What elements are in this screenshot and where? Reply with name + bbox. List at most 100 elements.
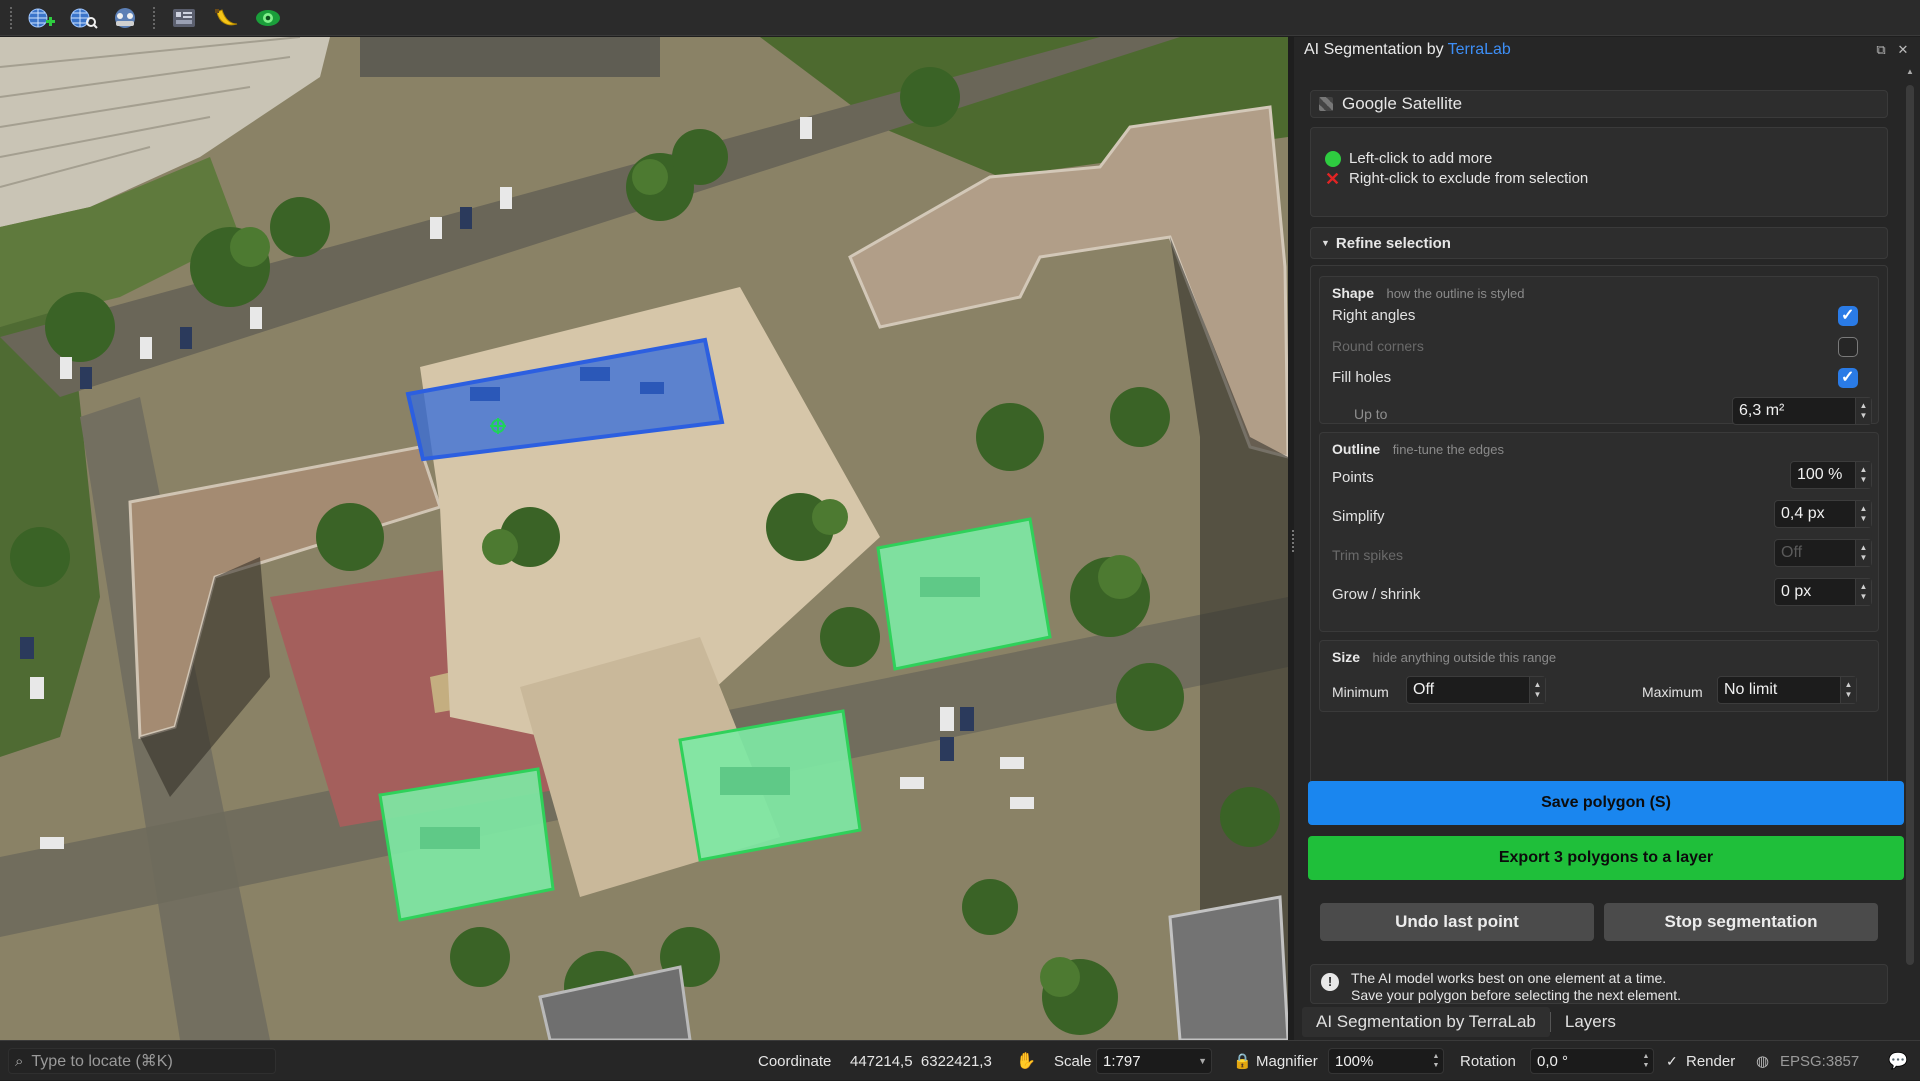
pan-hand-icon[interactable]: ✋ <box>1016 1041 1036 1081</box>
undo-last-point-button[interactable]: Undo last point <box>1320 903 1594 941</box>
panel-title-text: AI Segmentation by <box>1304 41 1444 58</box>
toolbar-separator <box>153 6 156 29</box>
brand-link[interactable]: TerraLab <box>1448 41 1511 59</box>
size-hint: hide anything outside this range <box>1372 650 1557 665</box>
maximum-value: No limit <box>1724 681 1778 698</box>
scale-value: 1:797 <box>1103 1052 1141 1070</box>
spin-arrows-icon[interactable]: ▲ ▼ <box>1855 540 1871 566</box>
magnifier-value: 100% <box>1335 1052 1374 1070</box>
save-polygon-button[interactable]: Save polygon (S) <box>1308 781 1904 825</box>
spin-arrows-icon[interactable]: ▲ ▼ <box>1840 677 1856 703</box>
close-panel-icon[interactable]: ✕ <box>1896 43 1910 57</box>
right-angles-checkbox[interactable] <box>1838 305 1858 326</box>
rotation-spinbox[interactable]: 0,0 ° ▲ ▼ <box>1530 1048 1654 1074</box>
points-spinbox[interactable]: 100 % ▲ ▼ <box>1790 461 1872 489</box>
layout-icon[interactable] <box>166 4 202 32</box>
trim-spikes-value: Off <box>1781 544 1803 561</box>
search-icon: ⌕ <box>15 1052 24 1070</box>
dock-tab-bar: AI Segmentation by TerraLab Layers <box>1294 1006 1920 1038</box>
simplify-value: 0,4 px <box>1781 505 1825 522</box>
spin-arrows-icon[interactable]: ▲ ▼ <box>1529 677 1545 703</box>
outline-hint: fine-tune the edges <box>1392 442 1504 457</box>
rotation-label: Rotation <box>1460 1052 1516 1070</box>
coordinate-value[interactable]: 447214,5 6322421,3 <box>850 1041 992 1081</box>
magnifier-label: Magnifier <box>1256 1052 1318 1070</box>
render-check-icon[interactable]: ✓ <box>1666 1041 1678 1081</box>
points-label: Points <box>1332 469 1374 486</box>
spin-arrows-icon[interactable]: ▲ ▼ <box>1639 1049 1653 1073</box>
green-dot-icon <box>1325 150 1341 167</box>
spin-arrows-icon[interactable]: ▲ ▼ <box>1429 1049 1443 1073</box>
banana-icon[interactable] <box>208 4 244 32</box>
globe-icon[interactable]: ◍ <box>1756 1041 1769 1081</box>
up-to-value: 6,3 m² <box>1739 402 1785 419</box>
render-label[interactable]: Render <box>1686 1041 1735 1081</box>
panel-scrollbar[interactable]: ▲ ▼ <box>1904 67 1916 1037</box>
info-icon: ! <box>1321 973 1339 991</box>
add-globe-icon[interactable] <box>23 4 59 32</box>
rotation-value: 0,0 ° <box>1537 1052 1569 1070</box>
segmentation-icon[interactable] <box>107 4 143 32</box>
scroll-up-icon[interactable]: ▲ <box>1906 67 1914 76</box>
panel-title: AI Segmentation by TerraLab <box>1304 37 1511 63</box>
maximum-spinbox[interactable]: No limit ▲ ▼ <box>1717 676 1857 704</box>
right-click-instruction: Right-click to exclude from selection <box>1349 170 1589 187</box>
eye-icon[interactable] <box>250 4 286 32</box>
simplify-spinbox[interactable]: 0,4 px ▲ ▼ <box>1774 500 1872 528</box>
crs-label[interactable]: EPSG:3857 <box>1780 1041 1859 1081</box>
layer-icon <box>1319 97 1333 111</box>
grow-shrink-spinbox[interactable]: 0 px ▲ ▼ <box>1774 578 1872 606</box>
export-polygons-button[interactable]: Export 3 polygons to a layer <box>1308 836 1904 880</box>
round-corners-label: Round corners <box>1332 338 1424 354</box>
magnifier-spinbox[interactable]: 100% ▲ ▼ <box>1328 1048 1444 1074</box>
spin-arrows-icon[interactable]: ▲ ▼ <box>1855 579 1871 605</box>
spin-arrows-icon[interactable]: ▲ ▼ <box>1855 398 1871 424</box>
fill-holes-checkbox[interactable] <box>1838 367 1858 388</box>
tab-layers[interactable]: Layers <box>1551 1007 1630 1037</box>
shape-title: Shape <box>1332 285 1375 301</box>
messages-icon[interactable]: 💬 <box>1888 1041 1908 1081</box>
map-canvas[interactable] <box>0 37 1288 1040</box>
shape-group: Shape how the outline is styled Right an… <box>1319 276 1879 425</box>
zoom-globe-icon[interactable] <box>65 4 101 32</box>
trim-spikes-spinbox[interactable]: Off ▲ ▼ <box>1774 539 1872 567</box>
info-line-2: Save your polygon before selecting the n… <box>1351 987 1681 1003</box>
status-bar: ⌕ Type to locate (⌘K) Coordinate 447214,… <box>0 1040 1920 1080</box>
stop-segmentation-button[interactable]: Stop segmentation <box>1604 903 1878 941</box>
main-toolbar <box>0 0 1920 36</box>
instructions-box: Left-click to add more ✕ Right-click to … <box>1310 127 1888 217</box>
spin-arrows-icon[interactable]: ▲ ▼ <box>1855 462 1871 488</box>
right-angles-label: Right angles <box>1332 307 1416 324</box>
points-value: 100 % <box>1797 466 1843 483</box>
locate-search-field[interactable]: ⌕ Type to locate (⌘K) <box>8 1048 276 1074</box>
refine-selection-title: Refine selection <box>1335 234 1451 252</box>
lock-icon[interactable]: 🔒 <box>1233 1041 1252 1081</box>
ai-segmentation-panel: AI Segmentation by TerraLab ⧉ ✕ Google S… <box>1294 37 1920 1040</box>
coordinate-label: Coordinate <box>758 1052 832 1070</box>
float-panel-icon[interactable]: ⧉ <box>1874 43 1888 57</box>
scale-combobox[interactable]: 1:797 ▼ <box>1096 1048 1212 1074</box>
trim-spikes-label: Trim spikes <box>1332 547 1404 563</box>
collapse-arrow-icon: ▼ <box>1321 238 1330 248</box>
maximum-label: Maximum <box>1642 684 1703 700</box>
tab-ai-segmentation[interactable]: AI Segmentation by TerraLab <box>1302 1007 1550 1037</box>
simplify-label: Simplify <box>1332 508 1385 525</box>
up-to-spinbox[interactable]: 6,3 m² ▲ ▼ <box>1732 397 1872 425</box>
red-cross-icon: ✕ <box>1325 168 1341 189</box>
round-corners-checkbox[interactable] <box>1838 337 1858 357</box>
fill-holes-label: Fill holes <box>1332 369 1392 386</box>
refine-selection-header[interactable]: ▼ Refine selection <box>1310 227 1888 259</box>
scrollbar-thumb[interactable] <box>1906 85 1914 965</box>
layer-selector[interactable]: Google Satellite <box>1310 90 1888 118</box>
left-click-instruction: Left-click to add more <box>1349 150 1493 167</box>
size-title: Size <box>1332 649 1361 665</box>
minimum-value: Off <box>1413 681 1435 698</box>
spin-arrows-icon[interactable]: ▲ ▼ <box>1855 501 1871 527</box>
layer-name: Google Satellite <box>1342 94 1463 113</box>
outline-group: Outline fine-tune the edges Points 100 %… <box>1319 432 1879 632</box>
locate-placeholder: Type to locate (⌘K) <box>31 1053 173 1070</box>
toolbar-separator <box>10 6 13 29</box>
minimum-spinbox[interactable]: Off ▲ ▼ <box>1406 676 1546 704</box>
info-line-1: The AI model works best on one element a… <box>1351 970 1667 986</box>
dropdown-arrow-icon[interactable]: ▼ <box>1198 1056 1207 1066</box>
